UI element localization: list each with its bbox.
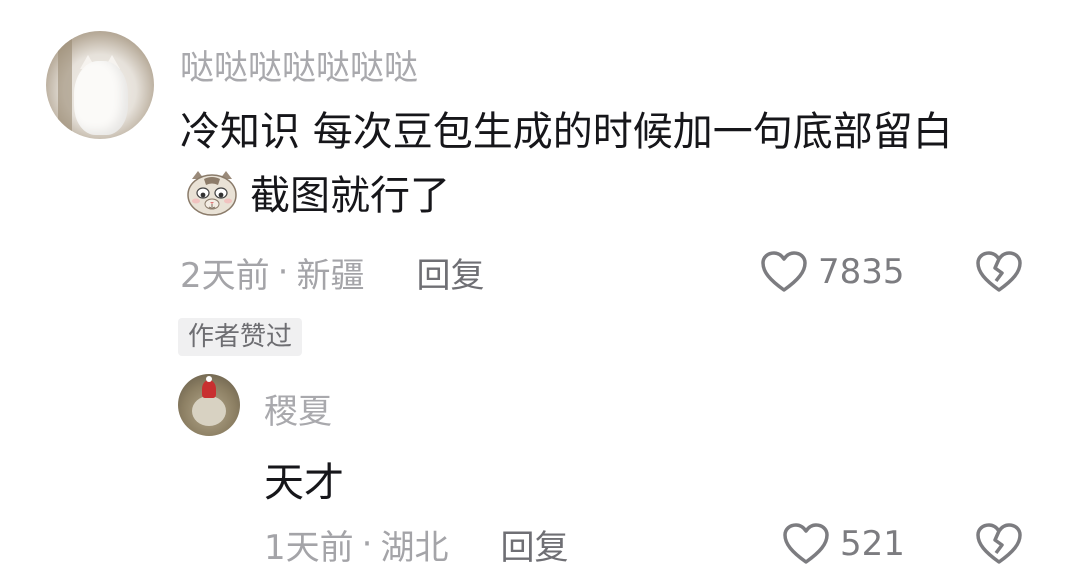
author-liked-badge: 作者赞过 <box>178 318 303 356</box>
comment-thread: 哒哒哒哒哒哒哒 冷知识 每次豆包生成的时候加一句底部留白 截图就行了 2天前 ·… <box>0 0 1079 584</box>
heart-icon <box>761 251 807 292</box>
avatar[interactable] <box>46 31 154 139</box>
cat-face-emoji-icon <box>187 171 237 216</box>
broken-heart-icon[interactable] <box>975 522 1023 566</box>
reply-meta: 1天前 · 湖北 回复 <box>264 520 568 569</box>
comment-meta: 2天前 · 新疆 回复 <box>180 248 484 297</box>
meta-separator: · <box>277 252 289 292</box>
meta-separator: · <box>361 524 373 564</box>
reply-like-button[interactable]: 521 <box>782 522 905 566</box>
reply-reply-button[interactable]: 回复 <box>500 520 568 569</box>
reply-username[interactable]: 稷夏 <box>264 384 332 433</box>
reply-location: 湖北 <box>380 527 449 568</box>
reply-button[interactable]: 回复 <box>416 248 484 297</box>
heart-icon <box>783 523 829 564</box>
comment-location: 新疆 <box>296 255 365 296</box>
reply-text: 天才 <box>264 460 344 506</box>
reply-like-count: 521 <box>840 524 905 564</box>
broken-heart-icon[interactable] <box>975 250 1023 294</box>
comment-text-part2: 截图就行了 <box>250 173 450 219</box>
comment-text: 冷知识 每次豆包生成的时候加一句底部留白 截图就行了 <box>180 100 1020 228</box>
reply-time: 1天前 <box>264 527 354 568</box>
comment-username[interactable]: 哒哒哒哒哒哒哒 <box>180 40 418 89</box>
comment-time: 2天前 <box>180 255 270 296</box>
like-button[interactable]: 7835 <box>760 250 905 294</box>
reply-avatar[interactable] <box>178 374 240 436</box>
like-count: 7835 <box>818 252 905 292</box>
comment-text-part1: 冷知识 每次豆包生成的时候加一句底部留白 <box>180 109 953 155</box>
